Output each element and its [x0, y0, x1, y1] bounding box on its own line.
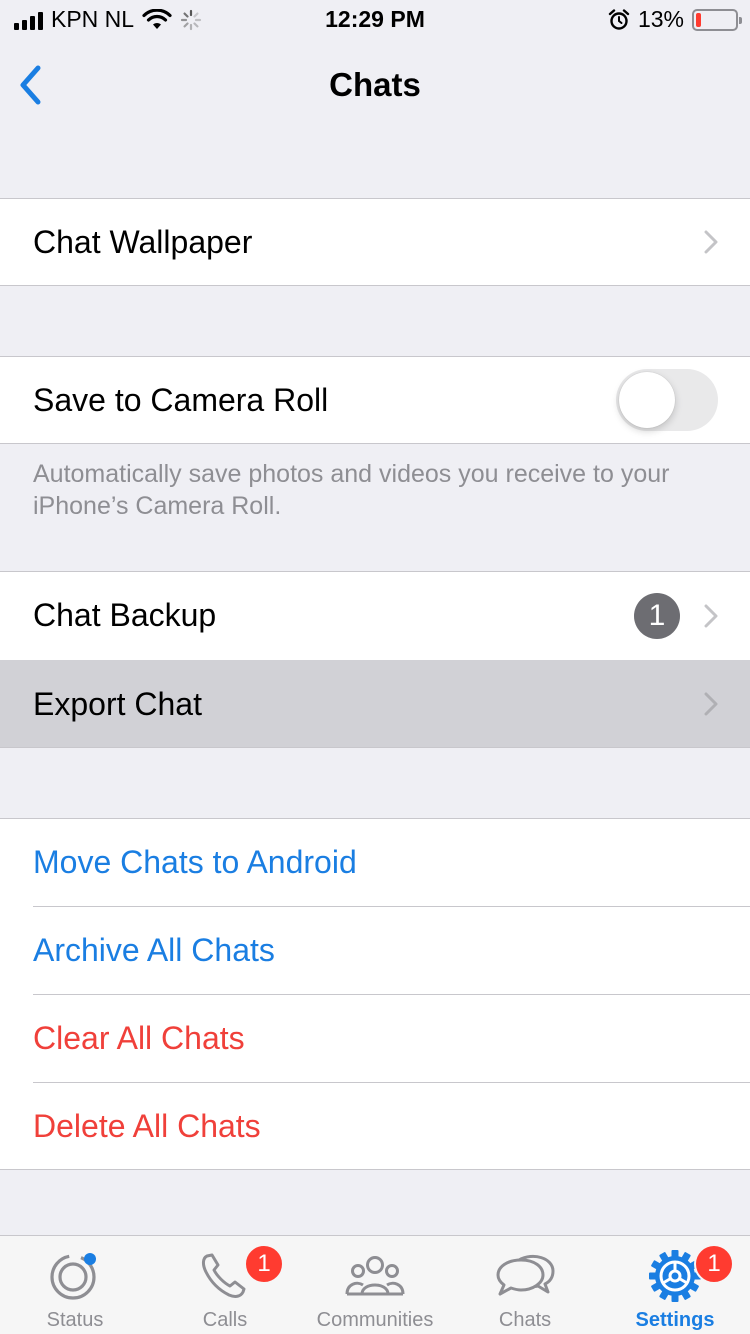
tab-status[interactable]: Status [0, 1236, 150, 1334]
save-to-camera-roll-label: Save to Camera Roll [33, 382, 329, 418]
chat-actions-group: Move Chats to Android Archive All Chats … [0, 819, 750, 1169]
chevron-right-icon [704, 230, 718, 254]
chevron-right-icon [704, 604, 718, 628]
divider [0, 1169, 750, 1170]
tab-label: Calls [202, 1309, 248, 1331]
tab-label: Communities [316, 1309, 434, 1331]
battery-icon [692, 8, 742, 31]
calls-badge: 1 [244, 1244, 284, 1284]
export-chat-label: Export Chat [33, 686, 202, 722]
chat-bubbles-icon [496, 1255, 555, 1296]
status-right: 13% [608, 6, 742, 33]
save-to-camera-roll-row: Save to Camera Roll [0, 357, 750, 443]
tab-bar: Status 1 Calls Communities Chats 1 Setti… [0, 1235, 750, 1334]
toggle-knob [619, 372, 675, 428]
chat-wallpaper-row[interactable]: Chat Wallpaper [0, 199, 750, 285]
divider [0, 285, 750, 286]
tab-chats[interactable]: Chats [450, 1236, 600, 1334]
tab-label: Settings [635, 1309, 715, 1331]
move-chats-to-android-button[interactable]: Move Chats to Android [0, 819, 750, 906]
divider [0, 443, 750, 444]
chat-backup-label: Chat Backup [33, 597, 217, 633]
clear-all-chats-button[interactable]: Clear All Chats [0, 995, 750, 1082]
tab-calls[interactable]: 1 Calls [150, 1236, 300, 1334]
tab-settings[interactable]: 1 Settings [600, 1236, 750, 1334]
chat-backup-row[interactable]: Chat Backup 1 [0, 572, 750, 660]
communities-icon [345, 1256, 405, 1296]
divider [0, 747, 750, 748]
chat-backup-badge: 1 [634, 593, 680, 639]
archive-all-chats-button[interactable]: Archive All Chats [0, 907, 750, 994]
save-to-camera-roll-toggle[interactable] [616, 369, 718, 431]
chevron-right-icon [704, 692, 718, 716]
settings-badge: 1 [694, 1244, 734, 1284]
page-title: Chats [329, 66, 421, 103]
move-chats-to-android-label: Move Chats to Android [33, 844, 357, 880]
status-icon [50, 1253, 96, 1300]
battery-level-fill [696, 12, 701, 27]
clear-all-chats-label: Clear All Chats [33, 1020, 245, 1056]
tab-label: Chats [498, 1309, 552, 1331]
tab-label: Status [46, 1309, 104, 1331]
export-chat-row[interactable]: Export Chat [0, 660, 750, 747]
battery-percentage: 13% [637, 6, 684, 32]
chat-wallpaper-label: Chat Wallpaper [33, 224, 253, 260]
status-bar: KPN NL 12:29 PM 13% [0, 0, 750, 40]
delete-all-chats-button[interactable]: Delete All Chats [0, 1083, 750, 1169]
tab-communities[interactable]: Communities [300, 1236, 450, 1334]
camera-roll-footer-note: Automatically save photos and videos you… [33, 460, 670, 520]
alarm-icon [608, 8, 630, 30]
archive-all-chats-label: Archive All Chats [33, 932, 275, 968]
delete-all-chats-label: Delete All Chats [33, 1108, 261, 1144]
